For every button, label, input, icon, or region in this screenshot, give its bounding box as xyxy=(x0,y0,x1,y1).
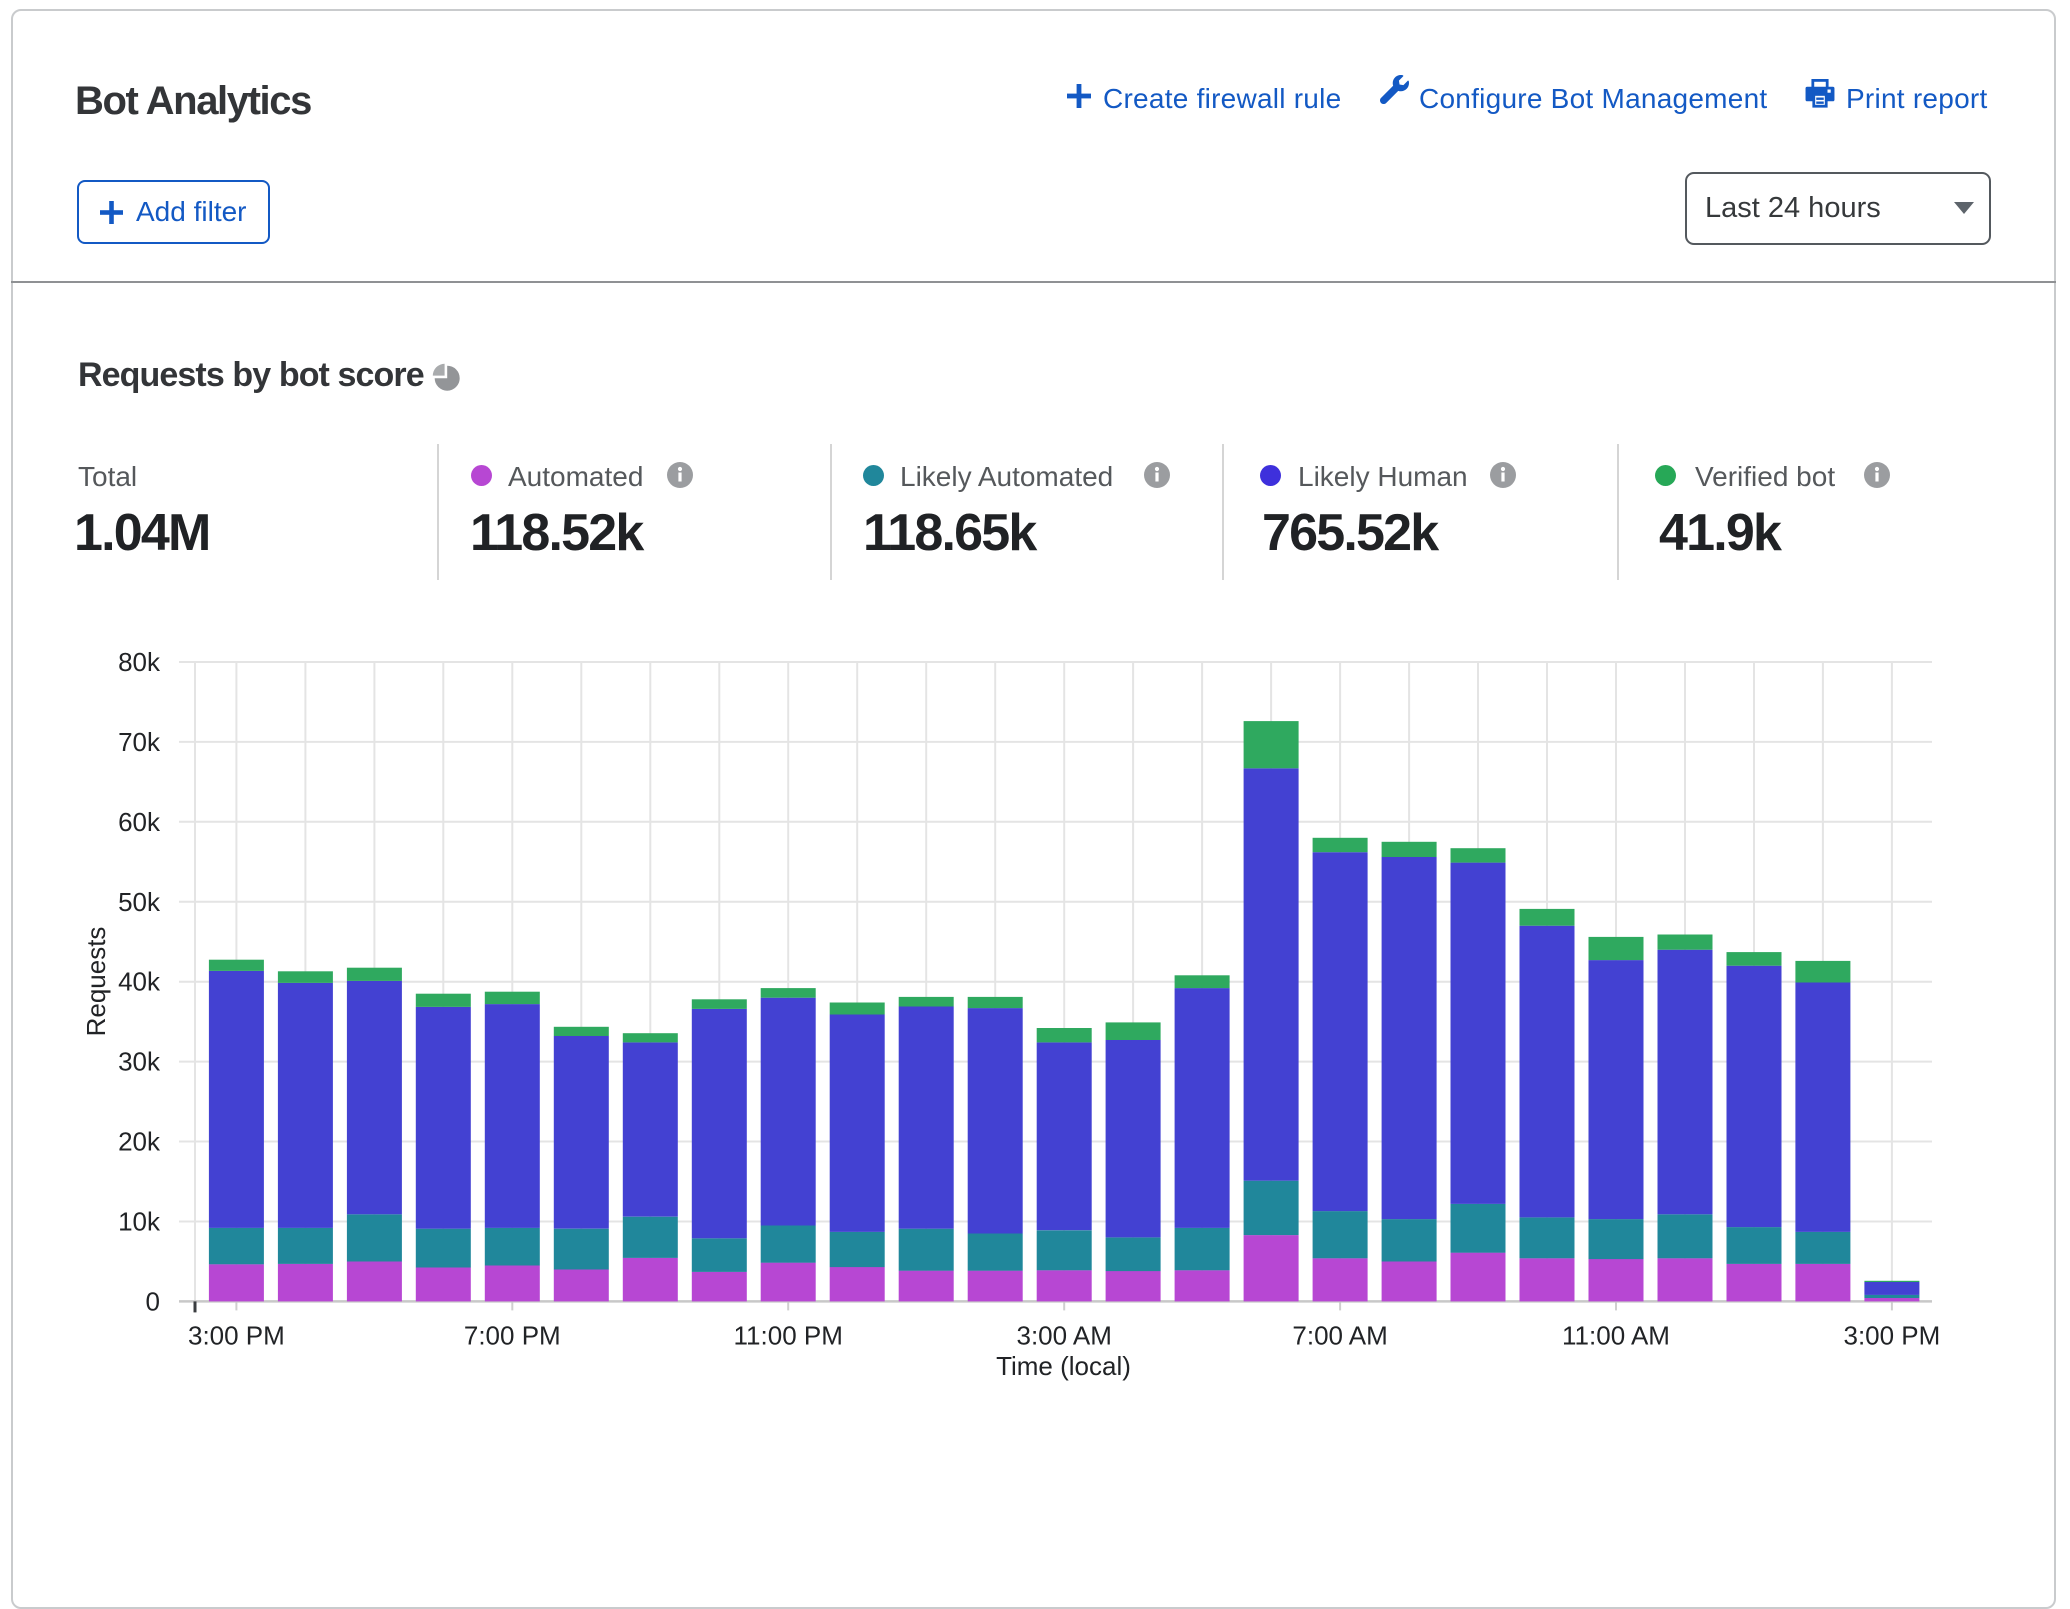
svg-text:3:00 PM: 3:00 PM xyxy=(188,1321,285,1351)
svg-text:10k: 10k xyxy=(118,1207,161,1237)
svg-text:Requests: Requests xyxy=(81,927,111,1037)
svg-text:3:00 PM: 3:00 PM xyxy=(1843,1321,1940,1351)
svg-text:80k: 80k xyxy=(118,647,161,677)
svg-text:50k: 50k xyxy=(118,887,161,917)
svg-text:Time (local): Time (local) xyxy=(996,1351,1131,1381)
svg-text:30k: 30k xyxy=(118,1047,161,1077)
svg-text:7:00 AM: 7:00 AM xyxy=(1292,1321,1387,1351)
svg-text:7:00 PM: 7:00 PM xyxy=(464,1321,561,1351)
svg-text:0: 0 xyxy=(146,1286,160,1316)
svg-text:60k: 60k xyxy=(118,807,161,837)
svg-text:70k: 70k xyxy=(118,727,161,757)
svg-text:11:00 AM: 11:00 AM xyxy=(1562,1321,1670,1351)
svg-text:3:00 AM: 3:00 AM xyxy=(1016,1321,1111,1351)
svg-text:11:00 PM: 11:00 PM xyxy=(734,1321,843,1351)
svg-text:20k: 20k xyxy=(118,1127,161,1157)
svg-text:40k: 40k xyxy=(118,967,161,997)
